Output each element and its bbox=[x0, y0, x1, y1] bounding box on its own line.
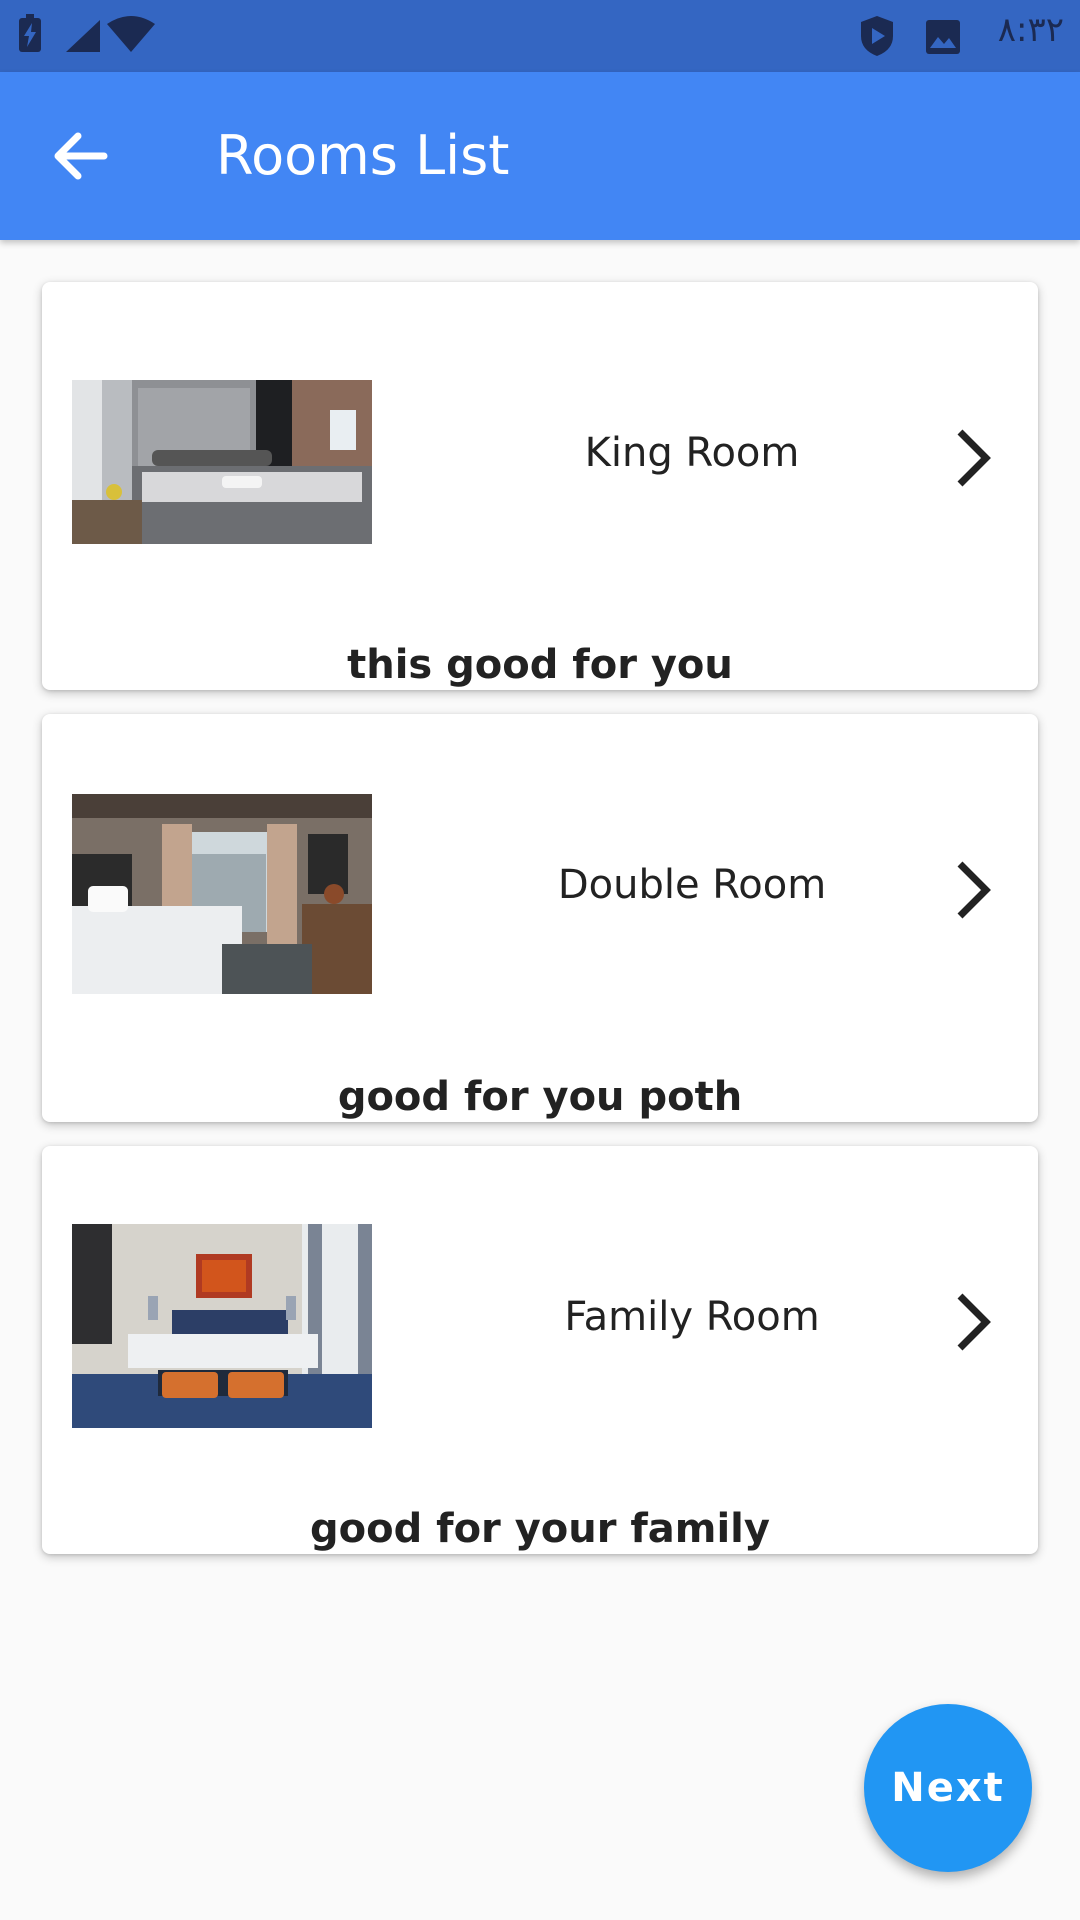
image-icon bbox=[926, 20, 960, 54]
room-name: King Room bbox=[584, 430, 800, 476]
room-image bbox=[72, 1224, 372, 1428]
back-button[interactable] bbox=[40, 116, 120, 196]
room-name: Double Room bbox=[557, 862, 827, 908]
app-bar: Rooms List bbox=[0, 72, 1080, 240]
room-description: good for your family bbox=[310, 1506, 770, 1552]
room-card-double[interactable]: Double Room good for you poth bbox=[42, 714, 1038, 1122]
room-card-family[interactable]: Family Room good for your family bbox=[42, 1146, 1038, 1554]
signal-icon bbox=[66, 20, 100, 52]
chevron-right-icon[interactable] bbox=[948, 426, 998, 490]
room-description: this good for you bbox=[347, 642, 733, 688]
play-protect-icon bbox=[861, 16, 893, 56]
room-name: Family Room bbox=[564, 1294, 820, 1340]
arrow-back-icon bbox=[54, 132, 108, 180]
page-title: Rooms List bbox=[216, 124, 510, 187]
chevron-right-icon[interactable] bbox=[948, 1290, 998, 1354]
room-image bbox=[72, 794, 372, 994]
wifi-icon bbox=[107, 16, 155, 52]
room-image bbox=[72, 380, 372, 544]
battery-charging-icon bbox=[19, 14, 41, 52]
status-time: ٨:٣٢ bbox=[997, 10, 1064, 50]
next-button[interactable]: Next bbox=[864, 1704, 1032, 1872]
chevron-right-icon[interactable] bbox=[948, 858, 998, 922]
room-card-king[interactable]: King Room this good for you bbox=[42, 282, 1038, 690]
room-description: good for you poth bbox=[337, 1074, 743, 1120]
status-bar: ٨:٣٢ bbox=[0, 0, 1080, 72]
